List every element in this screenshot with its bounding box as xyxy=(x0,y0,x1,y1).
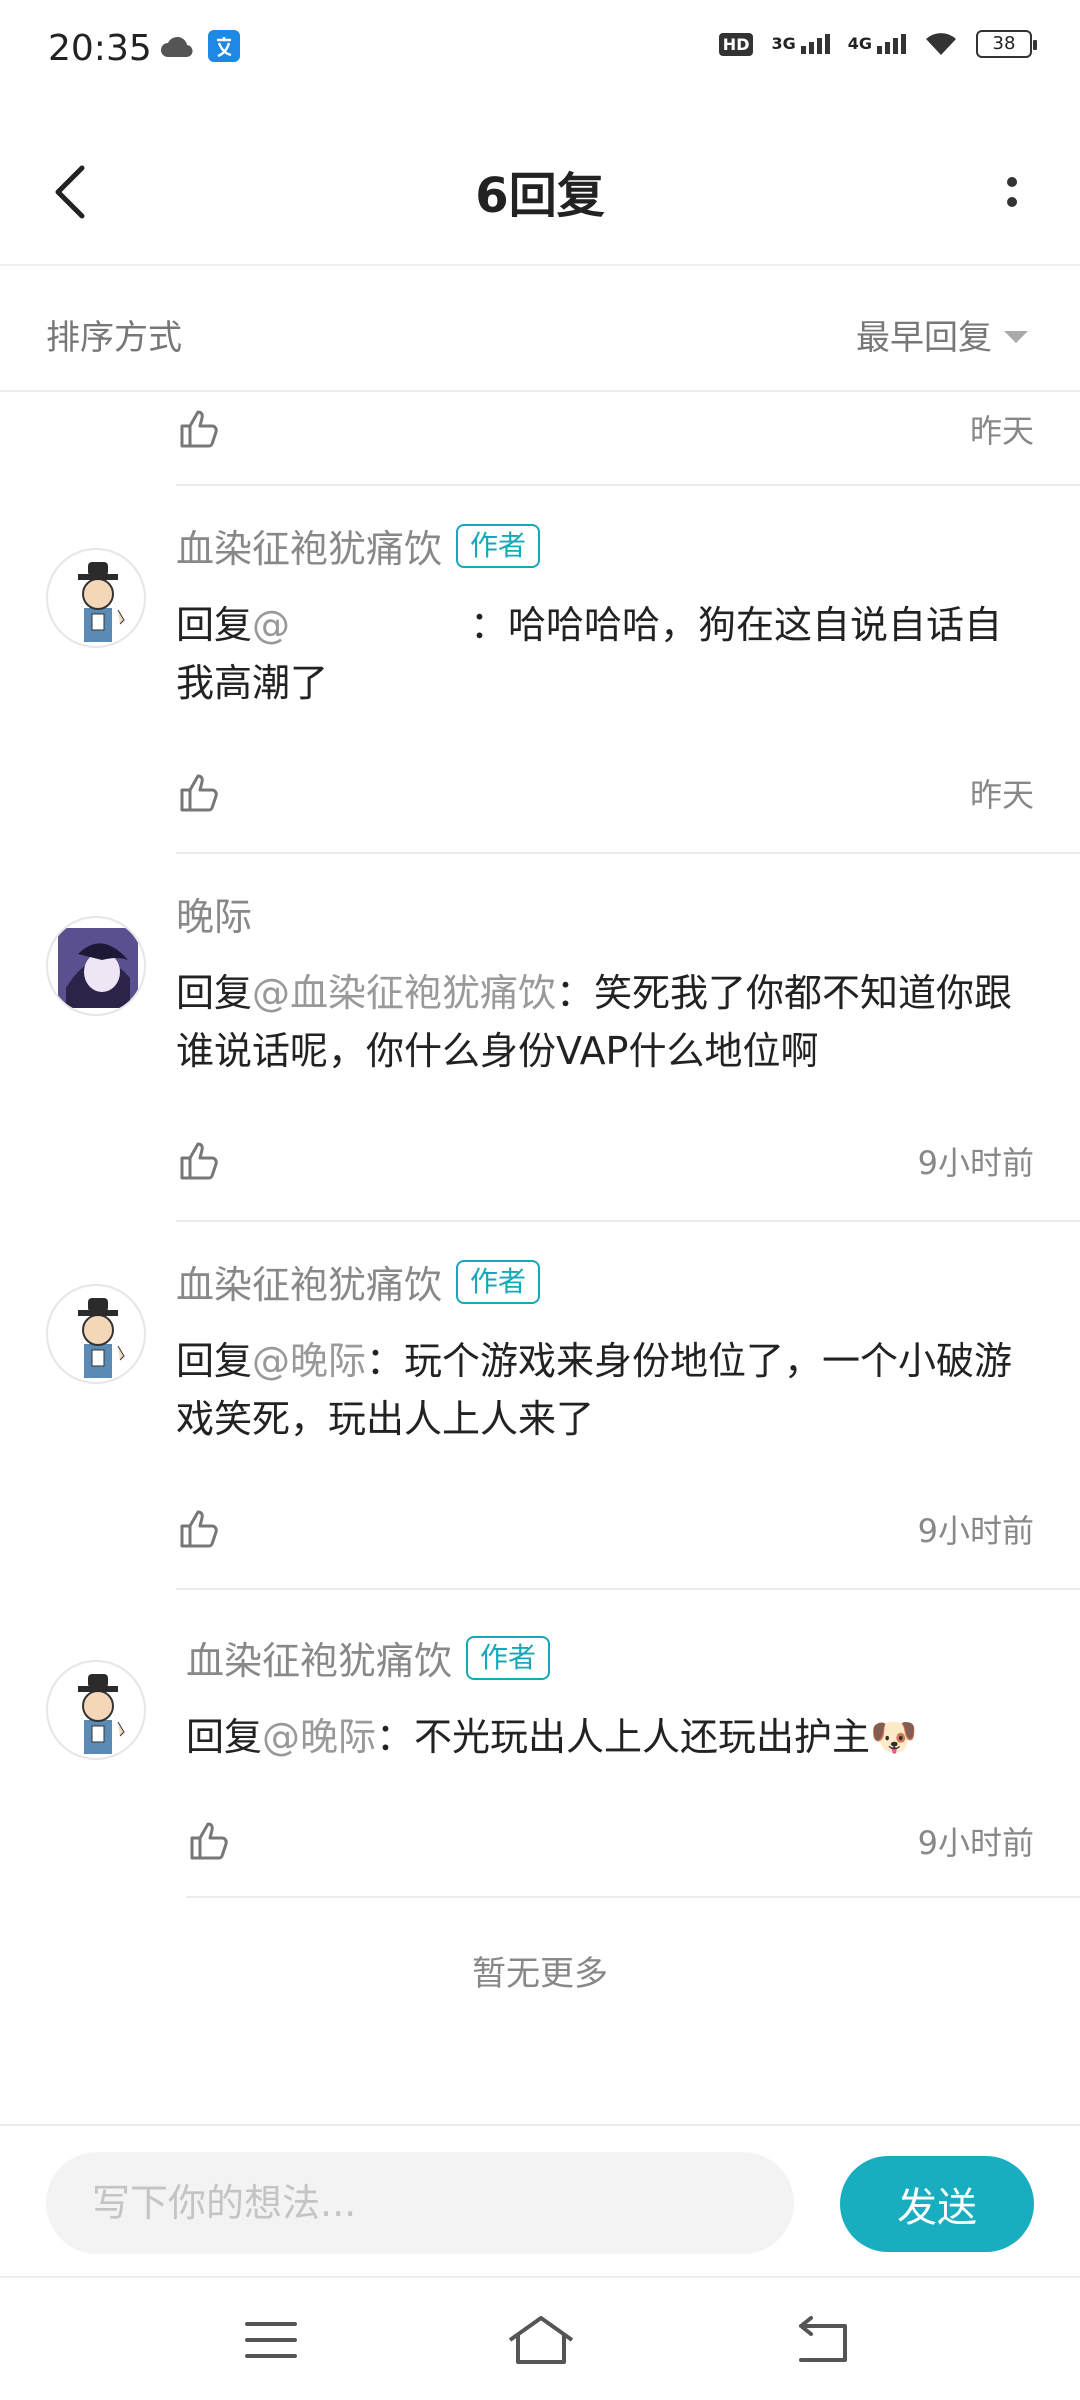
mention-link[interactable]: @ xyxy=(252,603,290,647)
sort-bar: 排序方式 最早回复 xyxy=(0,268,1080,392)
menu-icon xyxy=(245,2322,297,2358)
author-name[interactable]: 血染征袍犹痛饮 xyxy=(176,1254,442,1309)
reply-text: 回复@血染征袍犹痛饮：笑死我了你都不知道你跟谁说话呢，你什么身份VAP什么地位啊 xyxy=(176,971,1013,1073)
back-arrow-icon xyxy=(799,2316,847,2362)
wifi-icon xyxy=(926,33,956,55)
mention-link[interactable]: @晚际 xyxy=(252,1339,366,1383)
header: 6回复 xyxy=(0,120,1080,266)
translate-app-icon xyxy=(208,30,240,62)
nav-menu-button[interactable] xyxy=(226,2308,316,2372)
mention-link[interactable]: @晚际 xyxy=(262,1715,376,1759)
author-name[interactable]: 晚际 xyxy=(176,886,252,941)
reply-list: 昨天 血染征袍犹痛饮 作者 回复@：哈哈哈哈，狗在这自说自话自我高潮了 昨天 xyxy=(0,394,1080,1898)
reply-text: 回复@晚际：玩个游戏来身份地位了，一个小破游戏笑死，玩出人上人来了 xyxy=(176,1339,1013,1441)
thumbs-up-icon[interactable] xyxy=(176,404,224,452)
home-icon xyxy=(508,2316,574,2364)
avatar-scholar-image xyxy=(78,562,125,642)
signal-4g-icon: 4G xyxy=(848,34,906,54)
battery-icon: 38 xyxy=(976,30,1037,58)
caret-down-icon xyxy=(1004,330,1028,343)
avatar-scholar-image xyxy=(78,1674,125,1754)
hd-indicator: HD xyxy=(718,32,754,56)
avatar[interactable] xyxy=(46,916,146,1016)
avatar-anime-image xyxy=(58,928,138,1008)
avatar[interactable] xyxy=(46,548,146,648)
avatar[interactable] xyxy=(46,1284,146,1384)
avatar-scholar-image xyxy=(78,1298,125,1378)
avatar[interactable] xyxy=(46,1660,146,1760)
reply-item: 血染征袍犹痛饮 作者 回复@晚际：不光玩出人上人还玩出护主🐶 9小时前 xyxy=(46,1590,1080,1898)
reply-item: 血染征袍犹痛饮 作者 回复@ ：哈哈哈哈，狗在这自说自话自我高潮了 昨天 xyxy=(46,486,1080,854)
signal-3g-icon: 3G xyxy=(771,34,830,54)
reply-text: 回复@ ：哈哈哈哈，狗在这自说自话自我高潮了 xyxy=(176,603,1003,705)
comment-input[interactable] xyxy=(46,2152,794,2254)
author-name[interactable]: 血染征袍犹痛饮 xyxy=(186,1630,452,1685)
thumbs-up-icon[interactable] xyxy=(176,1504,224,1552)
status-bar: 20:35 HD 3G 4G 38 xyxy=(0,0,1080,100)
reply-time: 9小时前 xyxy=(917,1144,1034,1182)
send-button[interactable]: 发送 xyxy=(840,2156,1034,2252)
reply-item: 血染征袍犹痛饮 作者 回复@晚际：玩个游戏来身份地位了，一个小破游戏笑死，玩出人… xyxy=(46,1222,1080,1590)
more-options-button[interactable] xyxy=(984,156,1040,228)
reply-item: 昨天 xyxy=(176,394,1080,486)
page-title: 6回复 xyxy=(475,168,605,224)
reply-time: 9小时前 xyxy=(917,1512,1034,1550)
author-name[interactable]: 血染征袍犹痛饮 xyxy=(176,518,442,573)
thumbs-up-icon[interactable] xyxy=(176,1136,224,1184)
thumbs-up-icon[interactable] xyxy=(176,768,224,816)
comment-bar: 发送 xyxy=(0,2124,1080,2274)
reply-time: 9小时前 xyxy=(917,1824,1034,1862)
sort-dropdown[interactable]: 最早回复 xyxy=(856,310,1028,359)
sort-label: 排序方式 xyxy=(46,318,182,358)
no-more-text: 暂无更多 xyxy=(472,1954,608,1994)
reply-time: 昨天 xyxy=(969,776,1034,814)
mention-link[interactable]: @血染征袍犹痛饮 xyxy=(252,971,556,1015)
system-nav-bar xyxy=(0,2276,1080,2400)
nav-home-button[interactable] xyxy=(496,2308,586,2372)
more-dots-icon xyxy=(1007,177,1017,187)
thumbs-up-icon[interactable] xyxy=(186,1816,234,1864)
reply-item: 晚际 回复@血染征袍犹痛饮：笑死我了你都不知道你跟谁说话呢，你什么身份VAP什么… xyxy=(46,854,1080,1222)
status-time: 20:35 xyxy=(48,28,152,69)
author-badge: 作者 xyxy=(466,1635,551,1680)
reply-text: 回复@晚际：不光玩出人上人还玩出护主🐶 xyxy=(186,1715,918,1759)
reply-time: 昨天 xyxy=(969,412,1034,450)
author-badge: 作者 xyxy=(456,1259,541,1304)
author-badge: 作者 xyxy=(456,523,541,568)
cloud-icon xyxy=(161,36,193,58)
nav-back-button[interactable] xyxy=(778,2308,868,2372)
sort-value: 最早回复 xyxy=(856,318,992,358)
